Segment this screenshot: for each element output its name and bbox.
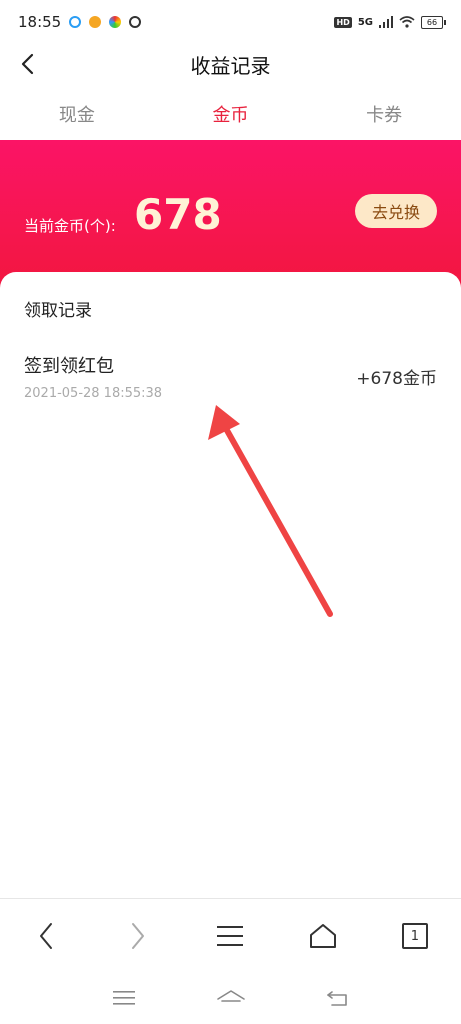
records-card: 领取记录 签到领红包 2021-05-28 18:55:38 +678金币 [0,272,461,898]
weibo-icon [89,16,102,28]
tab-coins[interactable]: 金币 [154,101,308,127]
system-home-button[interactable] [211,978,251,1018]
section-title: 领取记录 [24,301,92,321]
record-time: 2021-05-28 18:55:38 [24,386,163,401]
chevron-left-icon [21,53,34,75]
signal-icon [379,16,393,28]
menu-icon [217,926,244,946]
status-time: 18:55 [18,13,62,31]
status-left: 18:55 [18,13,142,31]
chevron-left-icon [40,923,53,949]
hd-badge: HD [334,16,352,28]
menu-button[interactable] [207,913,253,959]
back-button[interactable] [12,48,44,80]
chevron-right-icon [132,923,145,949]
wifi-icon [399,16,415,28]
exchange-button[interactable]: 去兑换 [355,194,437,228]
tab-cash[interactable]: 现金 [0,101,154,127]
tab-coupons[interactable]: 卡券 [307,101,461,127]
page-header: 收益记录 [0,44,461,84]
return-icon [326,991,347,1006]
system-nav-bar [0,972,461,1024]
coin-banner: 当前金币(个): 678 去兑换 [0,140,461,290]
forward-nav-button[interactable] [115,913,161,959]
page-title: 收益记录 [190,53,271,78]
home-button[interactable] [300,913,346,959]
system-back-button[interactable] [318,978,358,1018]
sync-icon [129,16,142,28]
coin-balance-label: 当前金币(个): [24,217,116,235]
tabs-button[interactable]: 1 [392,913,438,959]
record-title: 签到领红包 [24,356,114,377]
home-icon [216,990,245,1002]
list-item[interactable]: 签到领红包 2021-05-28 18:55:38 +678金币 [0,342,461,412]
browser-toolbar: 1 [0,898,461,973]
status-right: HD 5G 66 [334,15,446,29]
coin-balance-value: 678 [134,190,222,239]
color-wheel-icon [109,16,122,28]
tab-bar: 现金 金币 卡券 [0,92,461,136]
network-label: 5G [357,16,373,28]
record-amount: +678金币 [356,369,437,389]
back-nav-button[interactable] [23,913,69,959]
battery-icon: 66 [421,15,446,29]
notification-app-icon [69,16,82,28]
menu-icon [112,991,135,1005]
tab-count-badge: 1 [401,923,428,949]
system-menu-button[interactable] [104,978,144,1018]
home-icon [309,924,336,948]
status-bar: 18:55 HD 5G 66 [0,0,461,44]
